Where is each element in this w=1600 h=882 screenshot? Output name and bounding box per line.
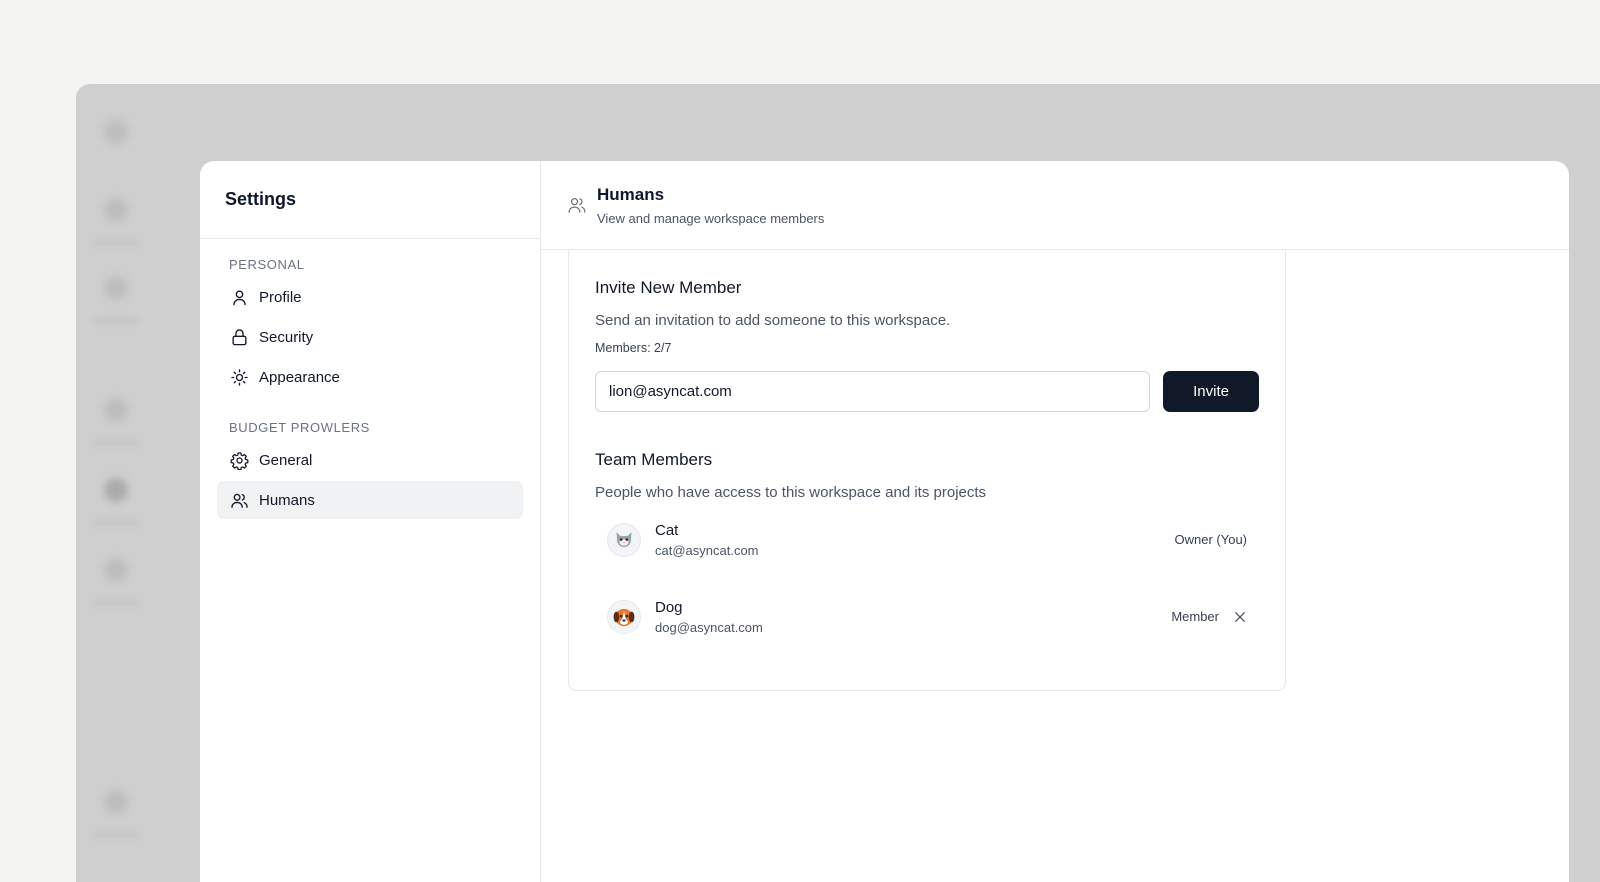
sidebar-item-humans[interactable]: Humans xyxy=(217,481,523,519)
cat-avatar-icon xyxy=(607,522,641,557)
background-nav-label xyxy=(94,600,138,606)
sidebar-item-appearance[interactable]: Appearance xyxy=(217,358,523,396)
page-title: Humans xyxy=(597,185,665,204)
team-members-description: People who have access to this workspace… xyxy=(595,484,987,501)
users-icon xyxy=(229,490,249,510)
page-header: Humans View and manage workspace members xyxy=(541,161,1569,250)
settings-title: Settings xyxy=(200,161,540,239)
background-nav-label xyxy=(94,318,138,324)
sidebar-item-label: Appearance xyxy=(259,368,340,386)
team-members-title: Team Members xyxy=(595,450,713,469)
sidebar-item-label: General xyxy=(259,451,313,469)
sidebar-item-security[interactable]: Security xyxy=(217,318,523,356)
member-email: cat@asyncat.com xyxy=(655,542,759,558)
members-card: Invite New Member Send an invitation to … xyxy=(568,250,1286,691)
gear-icon xyxy=(229,450,249,470)
invite-form: Invite xyxy=(595,371,1259,412)
sun-icon xyxy=(229,367,249,387)
settings-content: Humans View and manage workspace members… xyxy=(541,161,1569,882)
invite-button[interactable]: Invite xyxy=(1163,371,1259,412)
background-nav-icon xyxy=(104,398,128,422)
sidebar-item-label: Security xyxy=(259,328,314,346)
users-icon xyxy=(567,195,589,217)
background-nav-label xyxy=(94,832,138,838)
sidebar-item-general[interactable]: General xyxy=(217,441,523,479)
member-role: Member xyxy=(1171,609,1219,624)
invite-title: Invite New Member xyxy=(595,278,742,297)
sidebar-item-label: Humans xyxy=(259,491,315,509)
member-name: Dog xyxy=(655,598,683,616)
member-role: Owner (You) xyxy=(1174,532,1248,547)
background-nav-icon xyxy=(104,198,128,222)
dog-avatar-icon xyxy=(607,599,641,634)
member-row: Cat cat@asyncat.com Owner (You) xyxy=(595,501,1259,578)
background-nav-label xyxy=(94,440,138,446)
section-label-workspace: BUDGET PROWLERS xyxy=(229,420,370,435)
section-label-personal: PERSONAL xyxy=(229,257,305,272)
lock-icon xyxy=(229,327,249,347)
remove-member-close-icon[interactable] xyxy=(1233,610,1247,624)
background-logo-icon xyxy=(104,120,128,144)
background-nav-label xyxy=(94,240,138,246)
user-icon xyxy=(229,287,249,307)
settings-modal: Settings PERSONAL Profile Security Appea… xyxy=(200,161,1569,882)
member-name: Cat xyxy=(655,521,679,539)
sidebar-item-profile[interactable]: Profile xyxy=(217,278,523,316)
background-sidebar xyxy=(76,84,156,882)
background-nav-label xyxy=(94,520,138,526)
settings-sidebar: Settings PERSONAL Profile Security Appea… xyxy=(200,161,541,882)
member-email: dog@asyncat.com xyxy=(655,619,763,635)
invite-description: Send an invitation to add someone to thi… xyxy=(595,312,951,329)
page-subtitle: View and manage workspace members xyxy=(597,211,825,226)
sidebar-item-label: Profile xyxy=(259,288,302,306)
invite-email-input[interactable] xyxy=(595,371,1151,412)
background-nav-icon xyxy=(104,478,128,502)
background-nav-icon xyxy=(104,558,128,582)
members-count: Members: 2/7 xyxy=(595,341,672,355)
member-row: Dog dog@asyncat.com Member xyxy=(595,578,1259,655)
background-nav-icon xyxy=(104,276,128,300)
background-nav-icon xyxy=(104,790,128,814)
